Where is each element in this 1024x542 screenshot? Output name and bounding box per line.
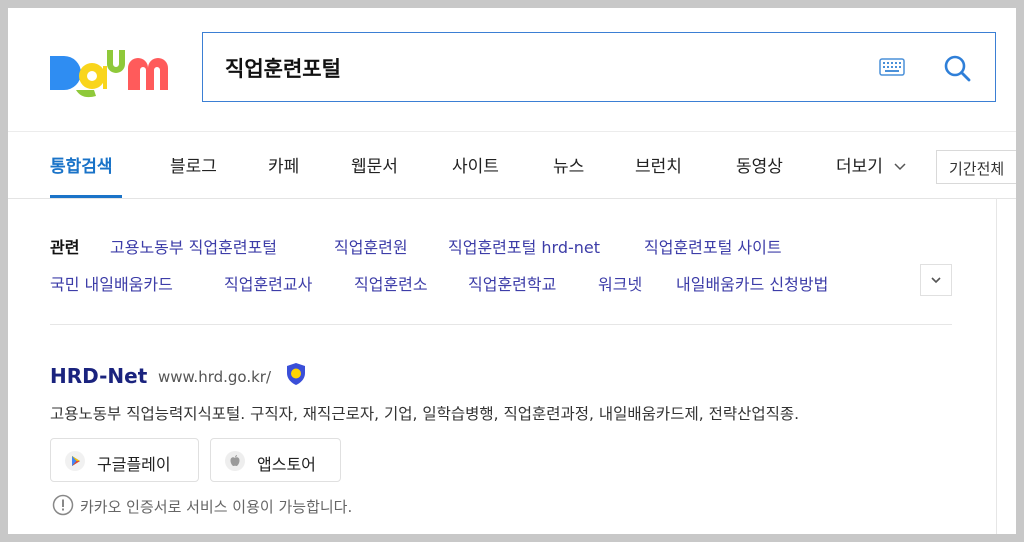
chevron-down-icon <box>894 163 906 171</box>
related-link[interactable]: 직업훈련포털 hrd-net <box>448 234 600 258</box>
daum-logo[interactable] <box>50 46 176 102</box>
google-play-label: 구글플레이 <box>97 455 171 474</box>
related-expand-button[interactable] <box>920 264 952 296</box>
tab-sites[interactable]: 사이트 <box>452 152 499 177</box>
related-label: 관련 <box>50 238 80 257</box>
apple-icon <box>225 451 245 471</box>
related-link[interactable]: 직업훈련교사 <box>224 271 312 295</box>
tab-blog[interactable]: 블로그 <box>170 152 217 177</box>
related-link[interactable]: 고용노동부 직업훈련포털 <box>110 234 277 258</box>
related-link[interactable]: 내일배움카드 신청방법 <box>676 271 828 295</box>
related-link[interactable]: 워크넷 <box>598 271 642 295</box>
app-store-label: 앱스토어 <box>257 455 316 474</box>
related-link[interactable]: 직업훈련포털 사이트 <box>644 234 782 258</box>
related-link[interactable]: 국민 내일배움카드 <box>50 271 173 295</box>
related-link[interactable]: 직업훈련학교 <box>468 271 556 295</box>
verified-shield-icon <box>287 363 305 385</box>
tab-videos[interactable]: 동영상 <box>736 152 783 177</box>
tab-more-label: 더보기 <box>836 157 883 177</box>
result-url-link[interactable]: www.hrd.go.kr/ <box>158 368 271 386</box>
google-play-icon <box>65 451 85 471</box>
search-box[interactable] <box>202 32 996 102</box>
content-right-border <box>996 198 997 534</box>
kakao-certificate-notice: 카카오 인증서로 서비스 이용이 가능합니다. <box>80 498 353 516</box>
tab-web-documents[interactable]: 웹문서 <box>351 152 398 177</box>
info-exclamation-icon <box>52 494 74 516</box>
app-store-button[interactable]: 앱스토어 <box>210 438 341 482</box>
tab-more[interactable]: 더보기 <box>836 152 906 177</box>
chevron-down-icon <box>931 277 941 284</box>
keyboard-icon[interactable] <box>879 58 905 76</box>
search-tabs: 통합검색 블로그 카페 웹문서 사이트 뉴스 브런치 동영상 더보기 기간전체 <box>8 132 1016 198</box>
result-description: 고용노동부 직업능력지식포털. 구직자, 재직근로자, 기업, 일학습병행, 직… <box>50 405 800 423</box>
search-input[interactable] <box>223 49 867 87</box>
search-icon[interactable] <box>943 54 971 82</box>
period-filter[interactable]: 기간전체 <box>936 150 1016 184</box>
related-link[interactable]: 직업훈련원 <box>334 234 408 258</box>
daum-search-page: 통합검색 블로그 카페 웹문서 사이트 뉴스 브런치 동영상 더보기 기간전체 … <box>8 8 1016 534</box>
google-play-button[interactable]: 구글플레이 <box>50 438 199 482</box>
tab-brunch[interactable]: 브런치 <box>635 152 682 177</box>
tab-news[interactable]: 뉴스 <box>553 152 584 177</box>
tab-integrated[interactable]: 통합검색 <box>50 152 113 177</box>
related-link[interactable]: 직업훈련소 <box>354 271 428 295</box>
tabs-divider <box>8 198 1016 199</box>
result-title-link[interactable]: HRD-Net <box>50 364 147 388</box>
tab-cafe[interactable]: 카페 <box>268 152 299 177</box>
section-divider <box>50 324 952 325</box>
